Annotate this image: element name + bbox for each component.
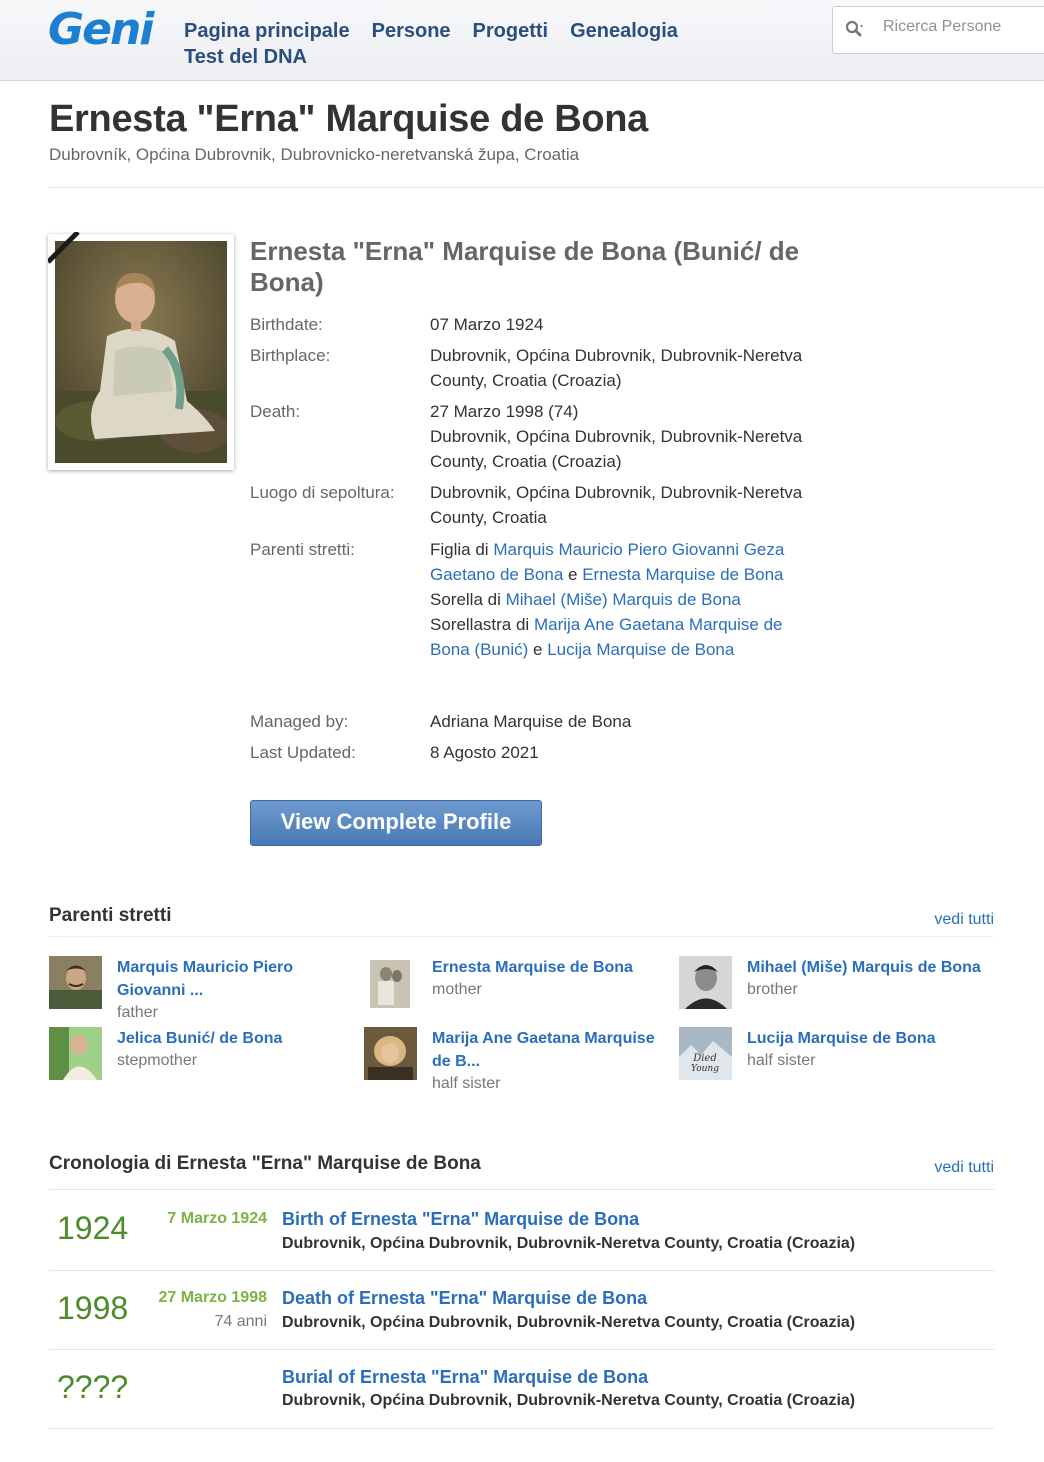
nav-home[interactable]: Pagina principale	[184, 18, 350, 44]
divider	[49, 936, 994, 937]
burial-value: Dubrovnik, Općina Dubrovnik, Dubrovnik-N…	[430, 483, 803, 527]
timeline-event-burial: ???? Burial of Ernesta "Erna" Marquise d…	[49, 1350, 994, 1429]
relative-relation: stepmother	[117, 1052, 198, 1069]
manager-link[interactable]: Adriana Marquise de Bona	[430, 709, 820, 734]
relative-relation: half sister	[747, 1052, 816, 1069]
nav-people[interactable]: Persone	[372, 18, 451, 44]
brother-link[interactable]: Mihael (Miše) Marquis de Bona	[506, 590, 741, 609]
timeline-date: 7 Marzo 1924	[167, 1210, 267, 1227]
timeline-event-death: 1998 27 Marzo 1998 74 anni Death of Erne…	[49, 1271, 994, 1350]
relative-name[interactable]: Lucija Marquise de Bona	[747, 1027, 987, 1050]
birthplace-value: Dubrovnik, Općina Dubrovnik, Dubrovnik-N…	[430, 346, 803, 390]
mother-link[interactable]: Ernesta Marquise de Bona	[582, 565, 783, 584]
search-icon[interactable]	[845, 20, 865, 40]
birthdate-value: 07 Marzo 1924	[430, 315, 544, 334]
nav-dna-test[interactable]: Test del DNA	[184, 44, 307, 70]
last-updated-value: 8 Agosto 2021	[430, 743, 539, 762]
daughter-of-text: Figlia di	[430, 540, 489, 559]
divider	[49, 1189, 994, 1190]
timeline-place: Dubrovnik, Općina Dubrovnik, Dubrovnik-N…	[282, 1392, 856, 1409]
profile-full-name: Ernesta "Erna" Marquise de Bona (Bunić/ …	[250, 236, 800, 297]
timeline-event-link[interactable]: Death of Ernesta "Erna" Marquise de Bona	[282, 1288, 647, 1309]
avatar	[49, 956, 102, 1009]
main-nav: Pagina principale Persone Progetti Genealog…	[184, 18, 744, 70]
geni-logo[interactable]: Geni	[48, 8, 154, 52]
top-navigation-bar: Geni Pagina principale Persone Progetti Gen…	[0, 0, 1044, 81]
timeline-year: 1924	[57, 1210, 129, 1246]
nav-projects[interactable]: Progetti	[473, 18, 549, 44]
search-input[interactable]	[881, 17, 1044, 37]
half-sister-link-lucija[interactable]: Lucija Marquise de Bona	[547, 640, 734, 659]
relative-name[interactable]: Marija Ane Gaetana Marquise de B...	[432, 1027, 672, 1073]
timeline-event-link[interactable]: Burial of Ernesta "Erna" Marquise de Bon…	[282, 1367, 648, 1388]
avatar	[679, 956, 732, 1009]
deceased-ribbon	[48, 232, 82, 266]
relative-name[interactable]: Ernesta Marquise de Bona	[432, 956, 672, 979]
timeline-age: 74 anni	[214, 1313, 268, 1330]
immediate-family-see-all-link[interactable]: vedi tutti	[934, 911, 994, 929]
relative-card-father[interactable]: Marquis Mauricio Piero Giovanni ... fath…	[49, 956, 359, 1021]
profile-photo-image	[55, 241, 227, 463]
burial-label: Luogo di sepoltura:	[250, 483, 395, 502]
relative-name[interactable]: Marquis Mauricio Piero Giovanni ...	[117, 956, 357, 1002]
relative-relation: mother	[432, 981, 482, 998]
relative-relation: half sister	[432, 1075, 501, 1092]
birthplace-label: Birthplace:	[250, 346, 331, 365]
page-title: Ernesta "Erna" Marquise de Bona	[49, 98, 649, 140]
relative-name[interactable]: Jelica Bunić/ de Bona	[117, 1027, 357, 1050]
relative-card-stepmother[interactable]: Jelica Bunić/ de Bona stepmother	[49, 1027, 359, 1087]
relative-relation: brother	[747, 981, 798, 998]
avatar	[364, 956, 417, 1009]
timeline-see-all-link[interactable]: vedi tutti	[934, 1159, 994, 1177]
timeline-event-link[interactable]: Birth of Ernesta "Erna" Marquise de Bona	[282, 1209, 639, 1230]
death-date: 27 Marzo 1998 (74)	[430, 402, 579, 421]
relative-card-brother[interactable]: Mihael (Miše) Marquis de Bona brother	[679, 956, 989, 1016]
and-text: e	[533, 640, 543, 659]
page-subtitle-location: Dubrovník, Općina Dubrovnik, Dubrovnicko…	[49, 145, 580, 164]
divider	[49, 187, 1044, 188]
died-young-stamp: Died	[692, 1053, 717, 1064]
avatar	[364, 1027, 417, 1080]
and-text: e	[568, 565, 578, 584]
died-young-stamp: Young	[691, 1064, 719, 1074]
managed-by-label: Managed by:	[250, 712, 349, 731]
relative-card-half-sister-lucija[interactable]: Died Young Lucija Marquise de Bona half s…	[679, 1027, 989, 1087]
timeline-event-birth: 1924 7 Marzo 1924 Birth of Ernesta "Erna…	[49, 1192, 994, 1271]
timeline-year: 1998	[57, 1290, 129, 1326]
birthdate-label: Birthdate:	[250, 315, 323, 334]
death-label: Death:	[250, 402, 301, 421]
timeline-title: Cronologia di Ernesta "Erna" Marquise de…	[49, 1153, 481, 1174]
timeline-place: Dubrovnik, Općina Dubrovnik, Dubrovnik-N…	[282, 1314, 856, 1331]
relative-name[interactable]: Mihael (Miše) Marquis de Bona	[747, 956, 987, 979]
profile-photo[interactable]	[48, 234, 234, 470]
death-value: 27 Marzo 1998 (74) Dubrovnik, Općina Dub…	[430, 399, 820, 474]
timeline-place: Dubrovnik, Općina Dubrovnik, Dubrovnik-N…	[282, 1235, 856, 1252]
relative-relation: father	[117, 1004, 158, 1021]
last-updated-label: Last Updated:	[250, 743, 356, 762]
view-complete-profile-button[interactable]: View Complete Profile	[250, 800, 542, 846]
search-box	[832, 6, 1044, 54]
death-place: Dubrovnik, Općina Dubrovnik, Dubrovnik-N…	[430, 427, 803, 471]
sister-of-text: Sorella di	[430, 590, 501, 609]
avatar	[49, 1027, 102, 1080]
relative-card-half-sister-marija[interactable]: Marija Ane Gaetana Marquise de B... half…	[364, 1027, 674, 1092]
timeline-date: 27 Marzo 1998	[158, 1289, 267, 1306]
immediate-family-title: Parenti stretti	[49, 905, 172, 926]
half-sister-of-text: Sorellastra di	[430, 615, 530, 634]
relative-card-mother[interactable]: Ernesta Marquise de Bona mother	[364, 956, 674, 1016]
nav-genealogy[interactable]: Genealogia	[570, 18, 678, 44]
relatives-value: Figlia di Marquis Mauricio Piero Giovann…	[430, 537, 820, 662]
timeline-year: ????	[57, 1369, 129, 1405]
relatives-label: Parenti stretti:	[250, 540, 355, 559]
avatar: Died Young	[679, 1027, 732, 1080]
